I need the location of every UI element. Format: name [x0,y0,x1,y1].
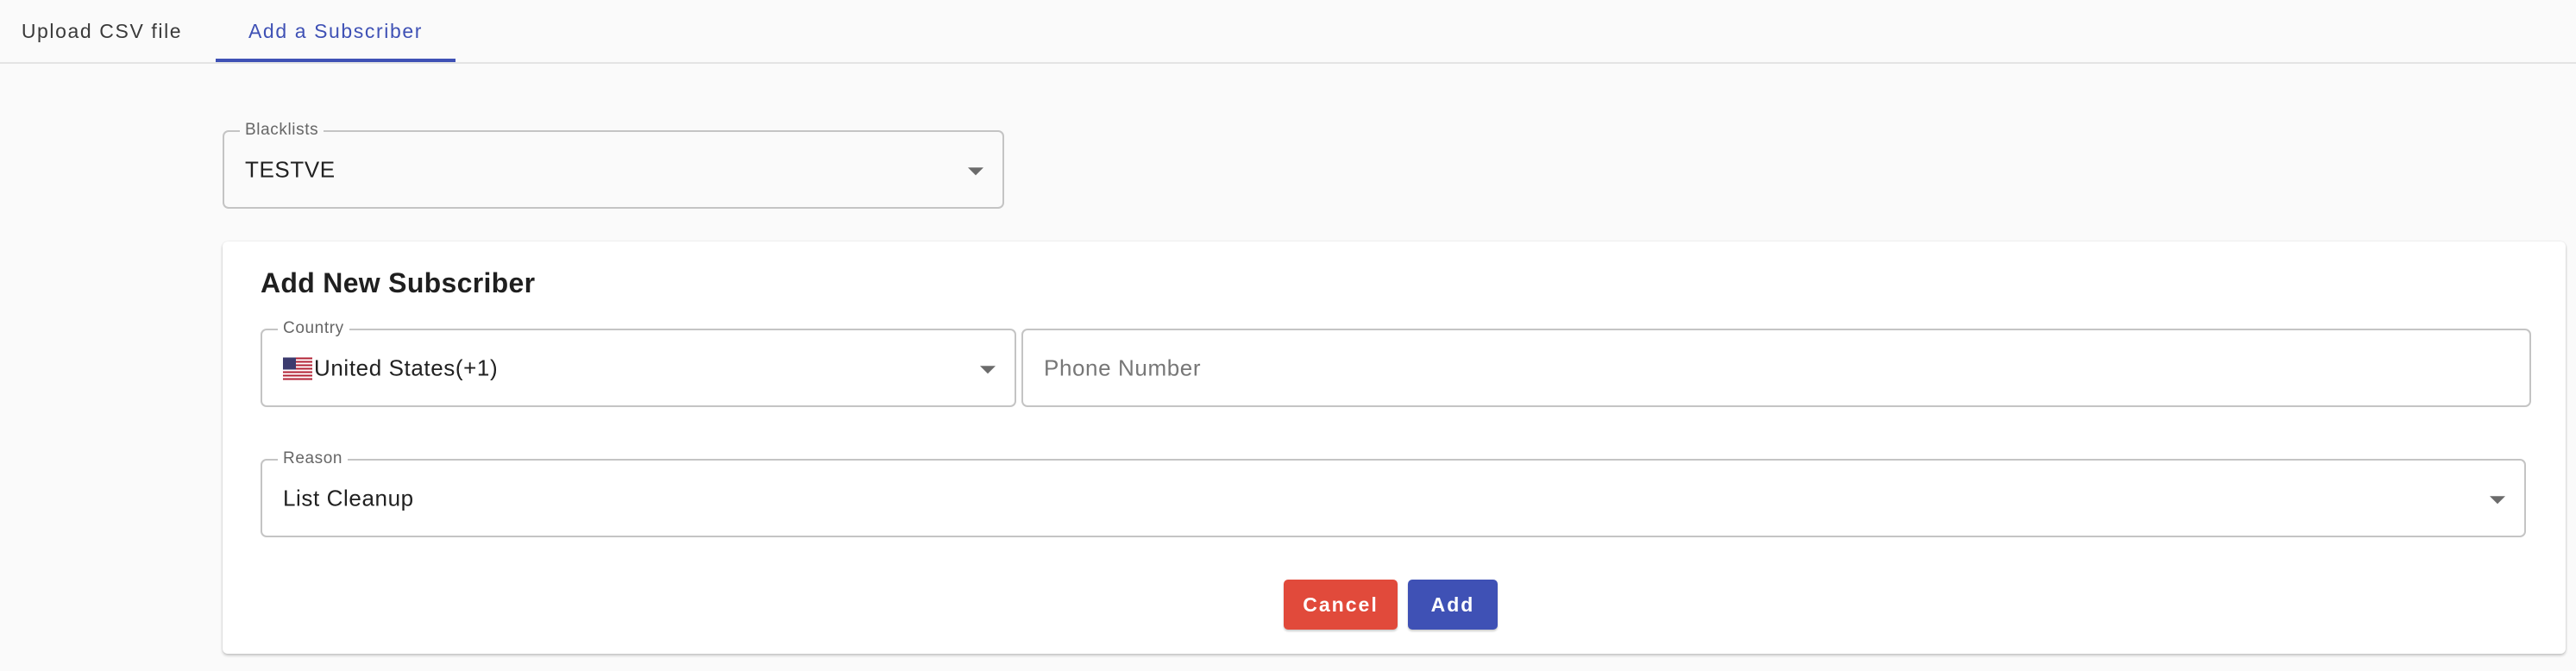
card-title: Add New Subscriber [261,267,536,298]
country-value: United States(+1) [314,354,499,380]
blacklists-label: Blacklists [240,121,324,140]
dropdown-arrow-icon [968,166,983,175]
add-subscriber-card: Add New Subscriber Country United States… [223,241,2566,654]
reason-label: Reason [278,449,349,468]
add-button[interactable]: Add [1408,580,1498,630]
tab-upload-csv[interactable]: Upload CSV file [0,0,204,62]
reason-value: List Cleanup [283,485,414,511]
active-tab-indicator [216,59,456,62]
dropdown-arrow-icon [2490,495,2505,504]
phone-number-placeholder: Phone Number [1044,354,1202,380]
reason-select[interactable]: Reason List Cleanup [261,449,2526,537]
dropdown-arrow-icon [980,365,996,373]
cancel-button[interactable]: Cancel [1284,580,1398,630]
tab-add-subscriber[interactable]: Add a Subscriber [216,0,456,62]
tab-bar: Upload CSV file Add a Subscriber [0,0,2576,64]
country-value-wrap: United States(+1) [283,354,498,381]
country-label: Country [278,319,349,338]
country-select[interactable]: Country United States(+1) [261,319,1016,407]
blacklists-select[interactable]: Blacklists TESTVE [223,121,1004,209]
blacklists-value: TESTVE [245,156,336,182]
us-flag-icon [283,357,312,379]
phone-number-input[interactable]: Phone Number [1021,329,2531,407]
